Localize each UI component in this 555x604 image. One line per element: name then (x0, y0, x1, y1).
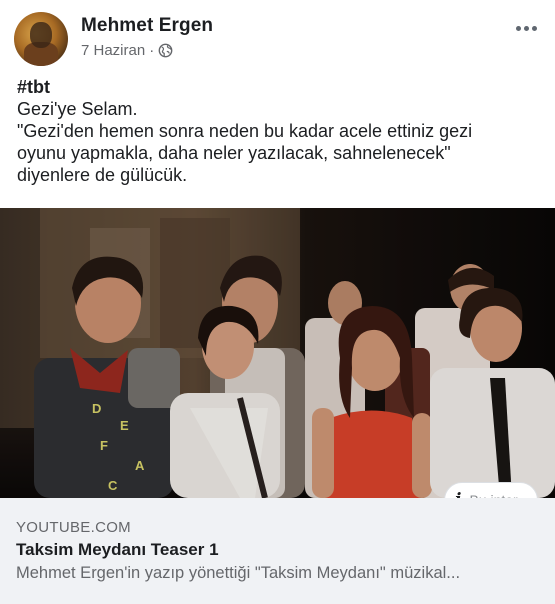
post-text-line: "Gezi'den hemen sonra neden bu kadar ace… (17, 121, 473, 141)
post-meta: 7 Haziran · (81, 42, 173, 59)
author-avatar[interactable] (14, 12, 68, 66)
post-text-line: oyunu yapmakla, daha neler yazılacak, sa… (17, 143, 451, 163)
post-date[interactable]: 7 Haziran (81, 42, 145, 59)
link-domain: YOUTUBE.COM (16, 519, 131, 536)
post-text: #tbt Gezi'ye Selam. "Gezi'den hemen sonr… (17, 76, 542, 186)
post-text-line: diyenlere de gülücük. (17, 165, 188, 185)
post-header: Mehmet Ergen 7 Haziran · (14, 12, 541, 68)
link-description: Mehmet Ergen'in yazıp yönettiği "Taksim … (16, 564, 461, 582)
link-title: Taksim Meydanı Teaser 1 (16, 540, 219, 559)
more-options-icon[interactable] (511, 18, 541, 38)
meta-separator: · (149, 42, 155, 59)
stage-photo: D E F A C (0, 208, 555, 498)
link-preview[interactable]: YOUTUBE.COM Taksim Meydanı Teaser 1 Mehm… (0, 498, 555, 604)
author-name[interactable]: Mehmet Ergen (81, 15, 213, 37)
facebook-post: Mehmet Ergen 7 Haziran · #tbt Gezi'ye Se… (0, 0, 555, 604)
video-thumbnail[interactable]: D E F A C (0, 208, 555, 498)
globe-icon[interactable] (158, 43, 173, 58)
post-text-line: Gezi'ye Selam. (17, 99, 138, 119)
hashtag-link[interactable]: #tbt (17, 76, 542, 98)
